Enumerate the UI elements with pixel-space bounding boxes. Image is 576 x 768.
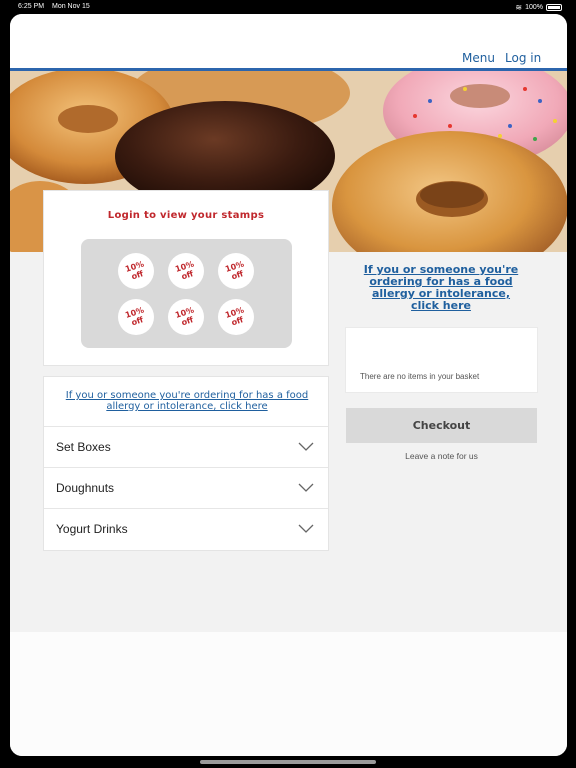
wifi-icon: ≋ <box>515 3 523 12</box>
stamps-card: Login to view your stamps 10% off 10% of… <box>43 190 329 366</box>
status-bar: 6:25 PM Mon Nov 15 ≋ 100% <box>0 0 576 14</box>
stamp-label: 10% off <box>174 305 196 328</box>
category-doughnuts[interactable]: Doughnuts <box>44 467 328 508</box>
stamp-label: 10% off <box>124 305 146 328</box>
menu-categories-card: If you or someone you're ordering for ha… <box>43 376 329 551</box>
battery-icon <box>546 4 562 11</box>
category-label: Doughnuts <box>56 481 115 495</box>
stamp: 10% off <box>118 253 154 289</box>
page-footer <box>10 632 567 756</box>
chevron-down-icon <box>298 442 314 451</box>
category-set-boxes[interactable]: Set Boxes <box>44 426 328 467</box>
app-screen: Menu Log in Login to view your stamps 10… <box>10 14 567 756</box>
chevron-down-icon <box>298 524 314 533</box>
basket-panel: There are no items in your basket <box>345 327 538 393</box>
status-time: 6:25 PM <box>18 3 45 10</box>
chevron-down-icon <box>298 483 314 492</box>
allergy-link-sidebar[interactable]: If you or someone you're ordering for ha… <box>363 264 519 312</box>
stamp-board: 10% off 10% off 10% off 10% off 10% off … <box>81 239 292 348</box>
status-right: ≋ 100% <box>515 3 562 12</box>
category-label: Set Boxes <box>56 440 111 454</box>
battery-percent: 100% <box>525 4 543 11</box>
stamps-title[interactable]: Login to view your stamps <box>44 210 328 221</box>
checkout-button[interactable]: Checkout <box>346 408 537 443</box>
menu-link[interactable]: Menu <box>462 51 495 65</box>
stamp: 10% off <box>218 299 254 335</box>
basket-empty-message: There are no items in your basket <box>360 372 480 381</box>
stamp: 10% off <box>168 299 204 335</box>
stamp-label: 10% off <box>224 305 246 328</box>
stamp-label: 10% off <box>124 259 146 282</box>
stamp: 10% off <box>118 299 154 335</box>
stamp: 10% off <box>218 253 254 289</box>
stamp: 10% off <box>168 253 204 289</box>
status-date: Mon Nov 15 <box>52 3 90 10</box>
stamp-label: 10% off <box>174 259 196 282</box>
category-label: Yogurt Drinks <box>56 522 128 536</box>
home-indicator[interactable] <box>200 760 376 764</box>
allergy-link[interactable]: If you or someone you're ordering for ha… <box>58 390 316 412</box>
login-link[interactable]: Log in <box>505 51 541 65</box>
category-yogurt-drinks[interactable]: Yogurt Drinks <box>44 508 328 549</box>
leave-note-link[interactable]: Leave a note for us <box>346 451 537 461</box>
top-navigation: Menu Log in <box>10 14 567 68</box>
stamp-label: 10% off <box>224 259 246 282</box>
